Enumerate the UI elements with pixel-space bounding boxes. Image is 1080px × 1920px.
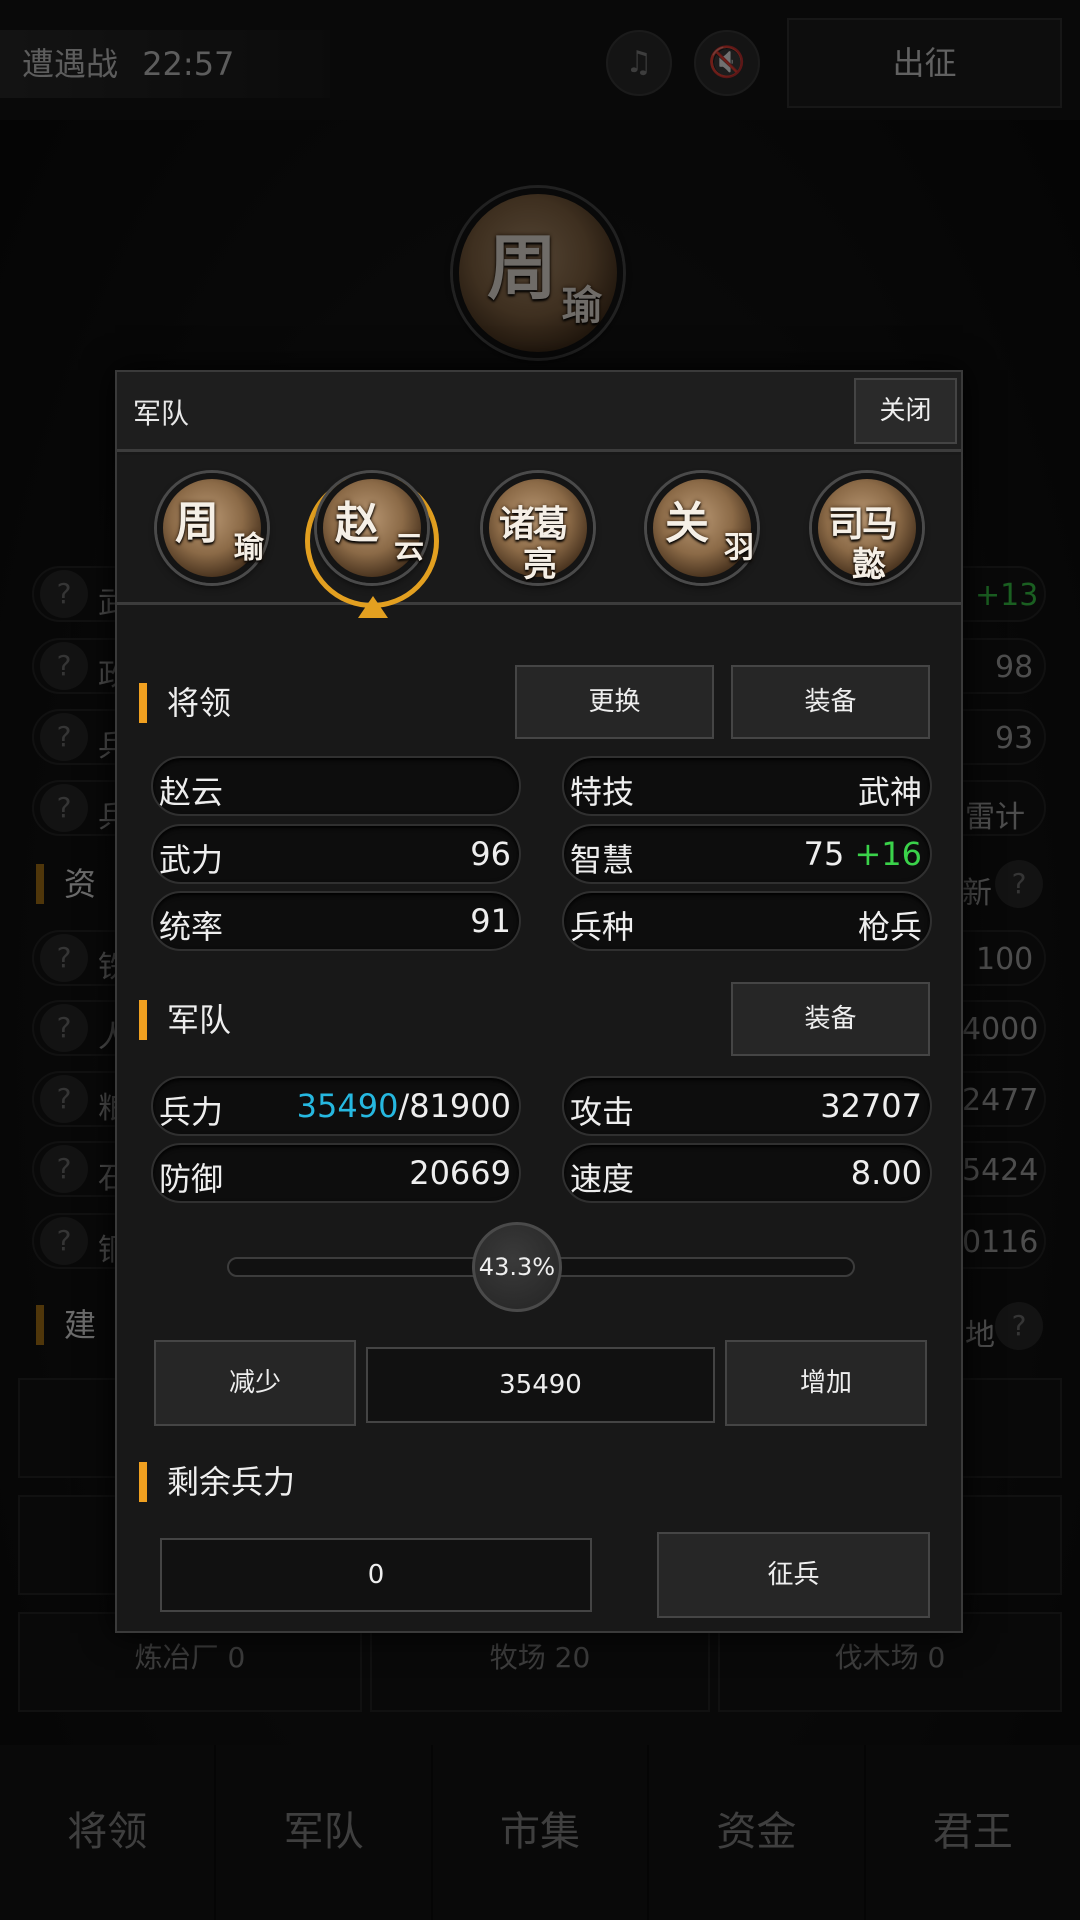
help-icon[interactable]: ?	[995, 1302, 1043, 1350]
help-icon[interactable]: ?	[40, 1075, 88, 1123]
bg-resource-value: 100	[976, 942, 1034, 977]
troop-type-field: 兵种 枪兵	[562, 891, 932, 951]
command-field: 统率 91	[151, 891, 521, 951]
wisdom-bonus: +16	[854, 835, 922, 873]
help-icon[interactable]: ?	[40, 1217, 88, 1265]
game-screen: 遭遇战 22:57 ♫ 🔇 出征 周 瑜 ? ? ? ? 武 政 兵 兵 +13…	[0, 0, 1080, 1920]
decrease-button[interactable]: 减少	[154, 1340, 356, 1426]
bg-resource-value: 5424	[962, 1153, 1039, 1188]
help-icon[interactable]: ?	[40, 934, 88, 982]
army-section-title: 军队	[139, 1000, 231, 1040]
help-icon[interactable]: ?	[40, 570, 88, 618]
nav-army[interactable]: 军队	[216, 1745, 433, 1920]
bg-section-resources: 资	[36, 864, 96, 904]
recruit-button[interactable]: 征兵	[657, 1532, 930, 1618]
nav-market[interactable]: 市集	[433, 1745, 650, 1920]
march-button[interactable]: 出征	[787, 18, 1062, 108]
troop-amount-input[interactable]: 35490	[366, 1347, 715, 1423]
remaining-troops-field: 0	[160, 1538, 592, 1612]
nav-funds[interactable]: 资金	[649, 1745, 866, 1920]
general-portrait-zhouyu[interactable]: 周 瑜	[157, 473, 267, 583]
troops-current: 35490	[296, 1087, 399, 1125]
help-icon[interactable]: ?	[40, 713, 88, 761]
bottom-nav: 将领 军队 市集 资金 君王	[0, 1745, 1080, 1920]
selected-pointer-icon	[358, 596, 388, 618]
force-value: 96	[470, 835, 511, 873]
battle-label: 遭遇战	[22, 45, 119, 83]
battle-timer: 遭遇战 22:57	[0, 30, 330, 98]
close-button[interactable]: 关闭	[854, 378, 957, 444]
troops-field: 兵力 35490/81900	[151, 1076, 521, 1136]
bg-row-value: 98	[995, 650, 1034, 685]
general-portrait-zhaoyun[interactable]: 赵 云	[317, 473, 427, 583]
force-field: 武力 96	[151, 824, 521, 884]
speed-value: 8.00	[850, 1154, 922, 1192]
replace-general-button[interactable]: 更换	[515, 665, 714, 739]
speed-field: 速度 8.00	[562, 1143, 932, 1203]
general-equip-button[interactable]: 装备	[731, 665, 930, 739]
bg-section-right: 新	[962, 876, 992, 911]
bg-row-value: +13	[975, 578, 1039, 613]
army-equip-button[interactable]: 装备	[731, 982, 930, 1056]
general-name: 赵云	[159, 773, 224, 811]
help-icon[interactable]: ?	[40, 1004, 88, 1052]
bg-section-buildings: 建	[36, 1305, 96, 1345]
help-icon[interactable]: ?	[40, 1145, 88, 1193]
remaining-section-title: 剩余兵力	[139, 1462, 295, 1502]
defense-field: 防御 20669	[151, 1143, 521, 1203]
bg-row-value: 93	[995, 721, 1034, 756]
help-icon[interactable]: ?	[995, 860, 1043, 908]
troops-max: /81900	[398, 1087, 511, 1125]
bg-resource-value: 2477	[962, 1083, 1039, 1118]
general-selector: 周 瑜 赵 云 诸葛 亮 关 羽 司马 懿	[117, 455, 961, 618]
top-bar: 遭遇战 22:57 ♫ 🔇 出征	[0, 0, 1080, 120]
bg-resource-value: 4000	[962, 1012, 1039, 1047]
general-name-field: 赵云	[151, 756, 521, 816]
troop-slider-handle[interactable]: 43.3%	[471, 1222, 562, 1312]
nav-generals[interactable]: 将领	[0, 1745, 217, 1920]
music-off-icon[interactable]: ♫	[606, 30, 672, 96]
portrait-name-2: 瑜	[555, 284, 602, 324]
wisdom-value: 75	[803, 835, 845, 873]
general-portrait-zhugeliang[interactable]: 诸葛 亮	[483, 473, 593, 585]
general-portrait-guanyu[interactable]: 关 羽	[647, 473, 757, 583]
battle-time: 22:57	[142, 45, 235, 83]
attack-field: 攻击 32707	[562, 1076, 932, 1136]
help-icon[interactable]: ?	[40, 784, 88, 832]
dialog-title: 军队	[133, 397, 190, 430]
bg-resource-value: 0116	[962, 1225, 1039, 1260]
dialog-header: 军队 关闭	[117, 372, 961, 452]
help-icon[interactable]: ?	[40, 642, 88, 690]
troop-type-value: 枪兵	[857, 908, 922, 946]
attack-value: 32707	[820, 1087, 922, 1125]
defense-value: 20669	[409, 1154, 511, 1192]
sound-off-icon[interactable]: 🔇	[694, 30, 760, 96]
portrait-name-1: 周	[487, 226, 557, 309]
bg-section-right: 地	[965, 1318, 995, 1353]
command-value: 91	[470, 902, 511, 940]
current-general-portrait[interactable]: 周 瑜	[453, 188, 623, 358]
increase-button[interactable]: 增加	[725, 1340, 927, 1426]
general-portrait-simayi[interactable]: 司马 懿	[812, 473, 922, 585]
bg-row-value: 雷计	[965, 800, 1025, 835]
army-dialog: 军队 关闭 周 瑜 赵 云 诸葛 亮 关 羽 司马 懿 将领 更换 装备 赵云 …	[115, 370, 963, 1633]
skill-value: 武神	[857, 773, 922, 811]
nav-king[interactable]: 君王	[866, 1745, 1080, 1920]
general-section-title: 将领	[139, 683, 231, 723]
skill-field: 特技 武神	[562, 756, 932, 816]
wisdom-field: 智慧 75 +16	[562, 824, 932, 884]
